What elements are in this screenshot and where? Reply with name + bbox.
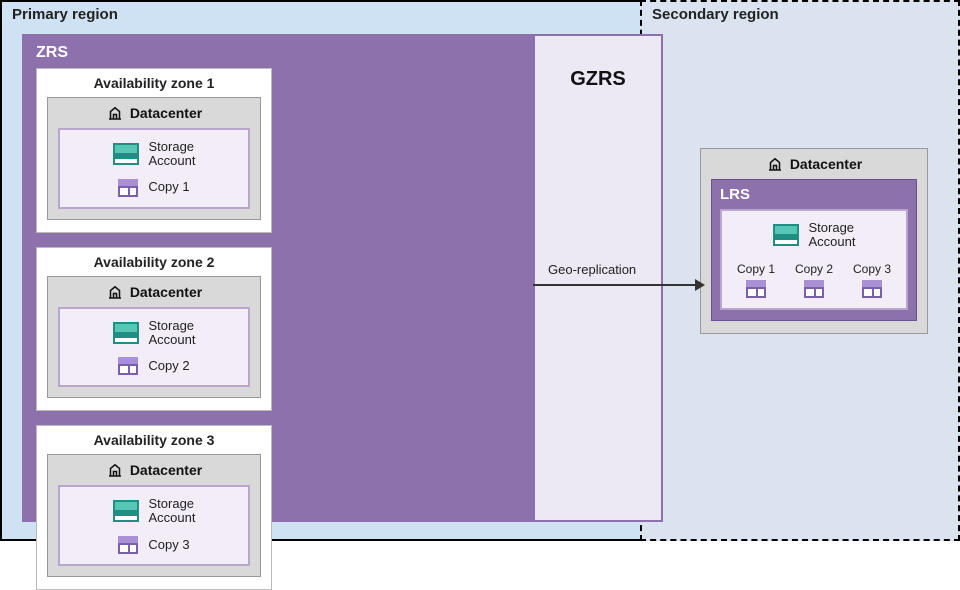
primary-region-label: Primary region bbox=[12, 6, 118, 23]
lrs-box: LRS Storage Account Copy 1 Copy 2 bbox=[711, 179, 917, 321]
secondary-copies: Copy 1 Copy 2 Copy 3 bbox=[730, 262, 898, 298]
secondary-dc-label: Datacenter bbox=[790, 156, 862, 172]
secondary-region-label: Secondary region bbox=[652, 6, 779, 23]
secondary-copy-3: Copy 3 bbox=[853, 262, 891, 298]
az1-datacenter: Datacenter Storage Account Copy 1 bbox=[47, 97, 261, 220]
availability-zone-2: Availability zone 2 Datacenter Storage A… bbox=[36, 247, 272, 412]
copy-icon bbox=[118, 536, 138, 554]
secondary-copy-1: Copy 1 bbox=[737, 262, 775, 298]
storage-account-icon bbox=[113, 143, 139, 165]
storage-account-icon bbox=[113, 500, 139, 522]
zrs-box: ZRS Availability zone 1 Datacenter bbox=[22, 34, 534, 522]
zrs-label: ZRS bbox=[36, 44, 520, 62]
secondary-sa-label: Storage Account bbox=[809, 221, 856, 250]
secondary-storage-account: Storage Account Copy 1 Copy 2 Copy 3 bbox=[720, 209, 908, 310]
datacenter-icon bbox=[106, 104, 124, 122]
datacenter-icon bbox=[106, 461, 124, 479]
copy-icon bbox=[118, 179, 138, 197]
copy-label: Copy 3 bbox=[853, 262, 891, 276]
copy-icon bbox=[118, 357, 138, 375]
az3-datacenter: Datacenter Storage Account Copy 3 bbox=[47, 454, 261, 577]
az3-dc-label: Datacenter bbox=[130, 462, 202, 478]
datacenter-icon bbox=[106, 283, 124, 301]
az3-storage-account: Storage Account Copy 3 bbox=[58, 485, 250, 566]
az1-copy-label: Copy 1 bbox=[148, 180, 189, 194]
availability-zone-3: Availability zone 3 Datacenter Storage A… bbox=[36, 425, 272, 590]
geo-replication-arrow bbox=[533, 284, 699, 286]
copy-icon bbox=[804, 280, 824, 298]
az1-sa-label: Storage Account bbox=[149, 140, 196, 169]
datacenter-icon bbox=[766, 155, 784, 173]
geo-replication-label: Geo-replication bbox=[548, 262, 636, 277]
az2-dc-label: Datacenter bbox=[130, 284, 202, 300]
lrs-label: LRS bbox=[720, 186, 908, 203]
az3-title: Availability zone 3 bbox=[47, 432, 261, 448]
az2-datacenter: Datacenter Storage Account Copy 2 bbox=[47, 276, 261, 399]
copy-icon bbox=[746, 280, 766, 298]
az2-storage-account: Storage Account Copy 2 bbox=[58, 307, 250, 388]
storage-account-icon bbox=[113, 322, 139, 344]
secondary-copy-2: Copy 2 bbox=[795, 262, 833, 298]
copy-label: Copy 1 bbox=[737, 262, 775, 276]
gzrs-label: GZRS bbox=[570, 68, 626, 91]
storage-account-icon bbox=[773, 224, 799, 246]
az2-sa-label: Storage Account bbox=[149, 319, 196, 348]
arrow-head-icon bbox=[695, 279, 705, 291]
az1-title: Availability zone 1 bbox=[47, 75, 261, 91]
copy-label: Copy 2 bbox=[795, 262, 833, 276]
az1-dc-label: Datacenter bbox=[130, 105, 202, 121]
availability-zone-1: Availability zone 1 Datacenter Storage A… bbox=[36, 68, 272, 233]
availability-zone-grid: Availability zone 1 Datacenter Storage A… bbox=[36, 68, 520, 590]
az2-title: Availability zone 2 bbox=[47, 254, 261, 270]
gzrs-band: GZRS bbox=[533, 34, 663, 522]
secondary-datacenter: Datacenter LRS Storage Account Copy 1 Co… bbox=[700, 148, 928, 334]
diagram-canvas: Primary region Secondary region GZRS ZRS… bbox=[0, 0, 960, 541]
az2-copy-label: Copy 2 bbox=[148, 359, 189, 373]
copy-icon bbox=[862, 280, 882, 298]
az3-copy-label: Copy 3 bbox=[148, 538, 189, 552]
az1-storage-account: Storage Account Copy 1 bbox=[58, 128, 250, 209]
az3-sa-label: Storage Account bbox=[149, 497, 196, 526]
